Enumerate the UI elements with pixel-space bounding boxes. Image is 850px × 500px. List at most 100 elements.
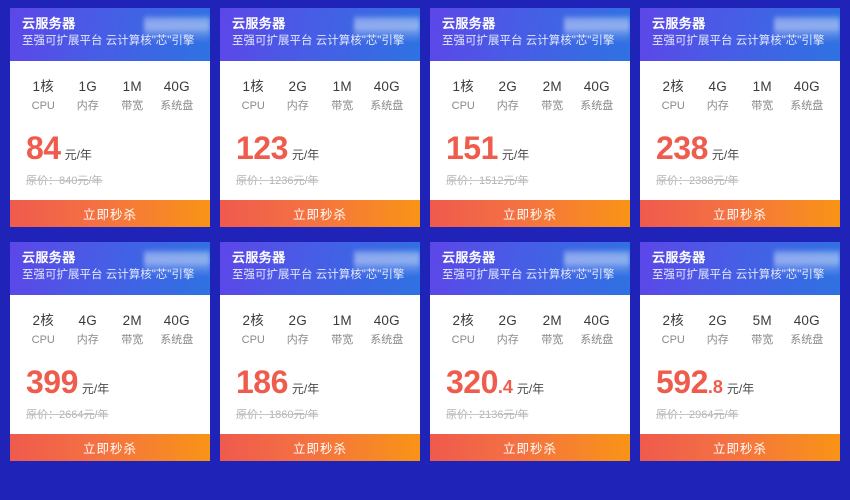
product-card[interactable]: 云服务器 至强可扩展平台 云计算核"芯"引擎 2核 CPU 2G 内存 2M 带…	[430, 242, 630, 461]
price-row: 84 元/年	[21, 131, 199, 165]
spec-item: 1核 CPU	[231, 78, 276, 114]
price-row: 238 元/年	[651, 131, 829, 165]
spec-value: 2M	[542, 79, 562, 94]
spec-label: 系统盘	[160, 100, 194, 112]
spec-value: 40G	[583, 313, 610, 328]
spec-value: 1核	[242, 79, 264, 94]
spec-value: 2核	[32, 313, 54, 328]
buy-now-button[interactable]: 立即秒杀	[430, 434, 630, 461]
price-integer: 399	[26, 364, 78, 400]
price-row: 123 元/年	[231, 131, 409, 165]
buy-now-button[interactable]: 立即秒杀	[640, 200, 840, 227]
spec-list: 1核 CPU 2G 内存 2M 带宽 40G 系统盘	[441, 78, 619, 114]
price-integer: 320	[446, 364, 498, 400]
spec-item: 2核 CPU	[21, 312, 66, 348]
spec-item: 2G 内存	[486, 78, 531, 114]
spec-label: 系统盘	[160, 334, 194, 346]
spec-label: CPU	[241, 100, 265, 112]
spec-value: 2M	[122, 313, 142, 328]
spec-label: CPU	[451, 100, 475, 112]
spec-value: 2G	[498, 313, 517, 328]
spec-value: 40G	[373, 313, 400, 328]
spec-label: CPU	[31, 100, 55, 112]
buy-now-button[interactable]: 立即秒杀	[220, 434, 420, 461]
card-subtitle: 至强可扩展平台 云计算核"芯"引擎	[442, 269, 615, 281]
card-subtitle: 至强可扩展平台 云计算核"芯"引擎	[442, 35, 615, 47]
card-title: 云服务器	[232, 16, 286, 31]
card-subtitle: 至强可扩展平台 云计算核"芯"引擎	[232, 35, 405, 47]
spec-list: 1核 CPU 1G 内存 1M 带宽 40G 系统盘	[21, 78, 199, 114]
price-integer: 84	[26, 130, 61, 166]
card-body: 1核 CPU 1G 内存 1M 带宽 40G 系统盘 84 元/年 原价：840…	[10, 61, 210, 200]
price-row: 399 元/年	[21, 365, 199, 399]
product-card[interactable]: 云服务器 至强可扩展平台 云计算核"芯"引擎 2核 CPU 2G 内存 5M 带…	[640, 242, 840, 461]
card-header: 云服务器 至强可扩展平台 云计算核"芯"引擎	[640, 242, 840, 295]
spec-value: 1核	[452, 79, 474, 94]
spec-item: 40G 系统盘	[155, 78, 200, 114]
buy-now-button[interactable]: 立即秒杀	[220, 200, 420, 227]
buy-now-button[interactable]: 立即秒杀	[640, 434, 840, 461]
spec-value: 2M	[542, 313, 562, 328]
spec-item: 1G 内存	[66, 78, 111, 114]
spec-label: 系统盘	[370, 334, 404, 346]
original-price: 原价：2664元/年	[26, 409, 109, 421]
price-row: 186 元/年	[231, 365, 409, 399]
product-card[interactable]: 云服务器 至强可扩展平台 云计算核"芯"引擎 2核 CPU 4G 内存 2M 带…	[10, 242, 210, 461]
card-header: 云服务器 至强可扩展平台 云计算核"芯"引擎	[220, 8, 420, 61]
spec-item: 2M 带宽	[530, 312, 575, 348]
spec-list: 2核 CPU 2G 内存 2M 带宽 40G 系统盘	[441, 312, 619, 348]
spec-item: 40G 系统盘	[365, 78, 410, 114]
original-price: 原价：2388元/年	[656, 175, 739, 187]
spec-item: 40G 系统盘	[575, 78, 620, 114]
price-integer: 238	[656, 130, 708, 166]
spec-label: 系统盘	[580, 100, 614, 112]
original-price: 原价：1236元/年	[236, 175, 319, 187]
product-card[interactable]: 云服务器 至强可扩展平台 云计算核"芯"引擎 2核 CPU 4G 内存 1M 带…	[640, 8, 840, 227]
card-header: 云服务器 至强可扩展平台 云计算核"芯"引擎	[430, 242, 630, 295]
spec-item: 4G 内存	[696, 78, 741, 114]
spec-item: 2M 带宽	[110, 312, 155, 348]
spec-list: 2核 CPU 4G 内存 2M 带宽 40G 系统盘	[21, 312, 199, 348]
price-unit: 元/年	[64, 148, 92, 162]
spec-value: 1G	[78, 79, 97, 94]
spec-label: 内存	[76, 334, 99, 346]
card-title: 云服务器	[232, 250, 286, 265]
buy-now-button[interactable]: 立即秒杀	[10, 200, 210, 227]
spec-label: CPU	[241, 334, 265, 346]
spec-label: 带宽	[331, 100, 354, 112]
spec-label: 内存	[496, 334, 519, 346]
card-title: 云服务器	[442, 250, 496, 265]
product-card[interactable]: 云服务器 至强可扩展平台 云计算核"芯"引擎 1核 CPU 2G 内存 2M 带…	[430, 8, 630, 227]
spec-value: 40G	[793, 79, 820, 94]
product-card[interactable]: 云服务器 至强可扩展平台 云计算核"芯"引擎 1核 CPU 1G 内存 1M 带…	[10, 8, 210, 227]
spec-label: CPU	[451, 334, 475, 346]
spec-item: 40G 系统盘	[155, 312, 200, 348]
spec-value: 2核	[662, 79, 684, 94]
price-unit: 元/年	[291, 148, 320, 162]
spec-label: 内存	[76, 100, 99, 112]
spec-label: 带宽	[751, 334, 774, 346]
card-body: 2核 CPU 4G 内存 2M 带宽 40G 系统盘 399 元/年 原价：26…	[10, 295, 210, 434]
card-title: 云服务器	[22, 16, 76, 31]
spec-value: 2G	[708, 313, 727, 328]
card-body: 2核 CPU 2G 内存 5M 带宽 40G 系统盘 592 .8 元/年 原价…	[640, 295, 840, 434]
spec-item: 2核 CPU	[651, 312, 696, 348]
spec-list: 1核 CPU 2G 内存 1M 带宽 40G 系统盘	[231, 78, 409, 114]
product-card[interactable]: 云服务器 至强可扩展平台 云计算核"芯"引擎 1核 CPU 2G 内存 1M 带…	[220, 8, 420, 227]
spec-item: 5M 带宽	[740, 312, 785, 348]
card-body: 2核 CPU 4G 内存 1M 带宽 40G 系统盘 238 元/年 原价：23…	[640, 61, 840, 200]
spec-value: 4G	[708, 79, 727, 94]
buy-now-button[interactable]: 立即秒杀	[10, 434, 210, 461]
spec-item: 40G 系统盘	[365, 312, 410, 348]
buy-now-button[interactable]: 立即秒杀	[430, 200, 630, 227]
product-card[interactable]: 云服务器 至强可扩展平台 云计算核"芯"引擎 2核 CPU 2G 内存 1M 带…	[220, 242, 420, 461]
pricing-page: 云服务器 至强可扩展平台 云计算核"芯"引擎 1核 CPU 1G 内存 1M 带…	[0, 0, 850, 500]
spec-value: 4G	[78, 313, 97, 328]
spec-value: 40G	[583, 79, 610, 94]
card-subtitle: 至强可扩展平台 云计算核"芯"引擎	[22, 35, 195, 47]
price-unit: 元/年	[516, 382, 545, 396]
spec-item: 1核 CPU	[441, 78, 486, 114]
spec-label: 系统盘	[580, 334, 614, 346]
spec-value: 2G	[498, 79, 517, 94]
spec-item: 1M 带宽	[740, 78, 785, 114]
